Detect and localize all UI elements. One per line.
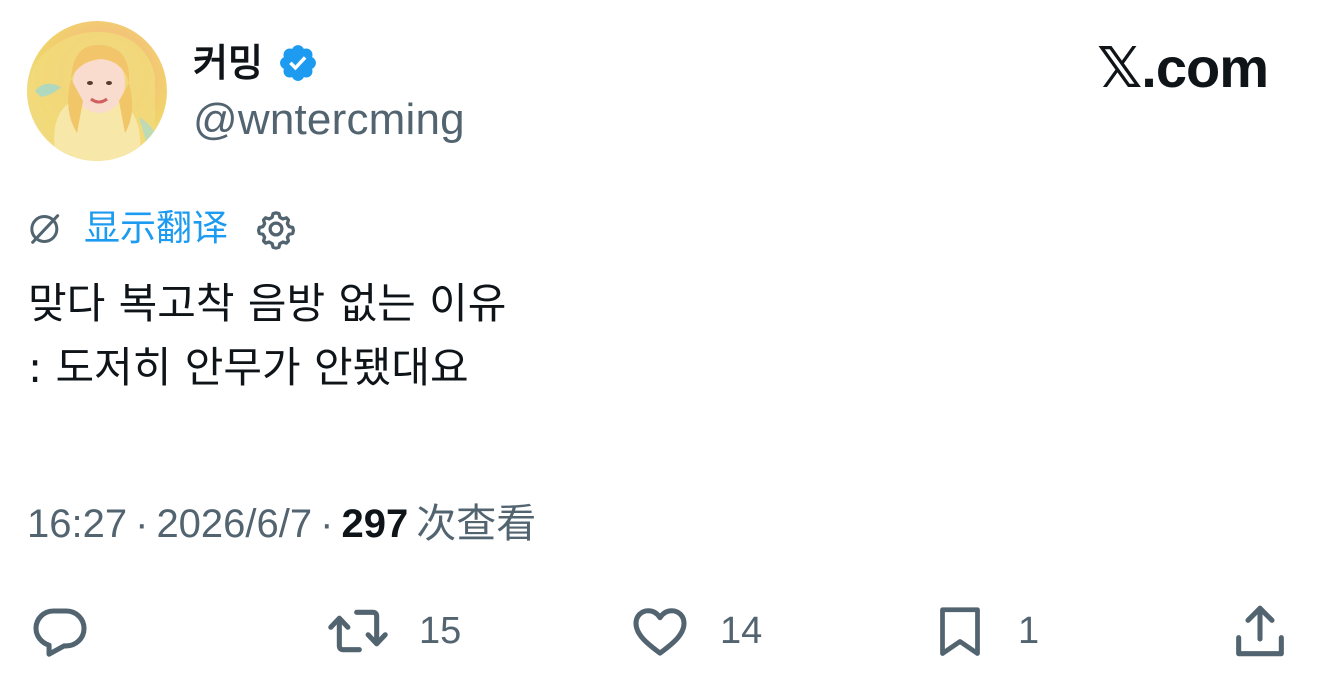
tweet-meta: 16:27 · 2026/6/7 · 297 次查看 (27, 498, 536, 550)
display-name[interactable]: 커밍 (193, 44, 263, 82)
translate-row: 显示翻译 (26, 204, 298, 254)
retweet-icon (328, 609, 388, 653)
gear-icon[interactable] (254, 207, 298, 251)
tweet-text: 맞다 복고착 음방 없는 이유 : 도저히 안무가 안됐대요 (28, 272, 506, 400)
avatar[interactable] (27, 21, 167, 161)
reply-icon (33, 608, 87, 657)
heart-icon (633, 608, 687, 656)
views-count[interactable]: 297 (341, 502, 408, 546)
globe-icon (30, 214, 60, 244)
tweet-time[interactable]: 16:27 (27, 502, 127, 546)
retweet-count: 15 (419, 610, 462, 652)
tweet-line: 맞다 복고착 음방 없는 이유 (28, 279, 507, 328)
show-translation-link[interactable]: 显示翻译 (84, 211, 228, 247)
reply-button[interactable] (28, 598, 92, 664)
retweet-button[interactable]: 15 (325, 598, 461, 664)
share-icon (1236, 605, 1284, 657)
author-handle[interactable]: @wntercming (193, 98, 465, 142)
like-button[interactable]: 14 (628, 598, 762, 664)
bookmark-count: 1 (1018, 610, 1040, 652)
profile-photo (27, 31, 159, 161)
tweet-line: : 도저히 안무가 안됐대요 (28, 343, 469, 392)
x-logo: 𝕏.com (1097, 36, 1269, 99)
like-count: 14 (720, 610, 763, 652)
meta-separator: · (135, 502, 149, 546)
bookmark-button[interactable]: 1 (930, 598, 1039, 664)
action-bar: 15 14 1 (0, 598, 1320, 664)
author-name-row[interactable]: 커밍 (193, 36, 319, 90)
share-button[interactable] (1228, 598, 1292, 664)
verified-badge-icon (279, 45, 316, 81)
bookmark-icon (940, 607, 980, 656)
meta-separator: · (320, 502, 334, 546)
tweet-date[interactable]: 2026/6/7 (156, 502, 312, 546)
views-label: 次查看 (416, 501, 537, 547)
